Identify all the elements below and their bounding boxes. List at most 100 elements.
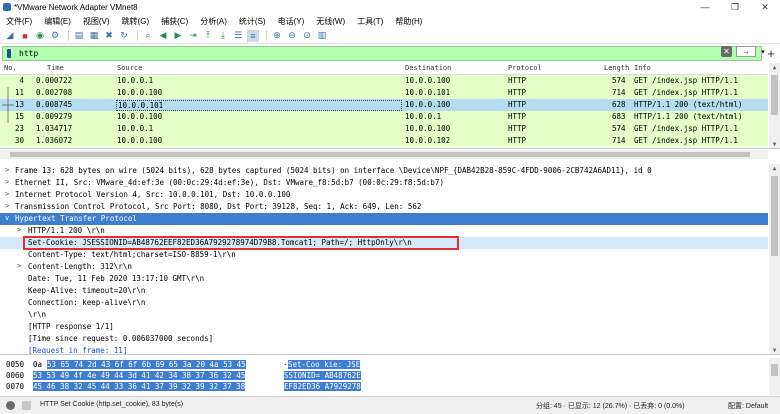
packet-list-hscrollbar[interactable]	[0, 150, 768, 159]
packet-list: No. Time Source Destination Protocol Len…	[0, 63, 780, 149]
stop-icon[interactable]: ■	[19, 30, 31, 42]
packet-row[interactable]: 30 1.036072 10.0.0.100 10.0.0.102 HTTP 7…	[0, 135, 768, 147]
resize-columns-icon[interactable]: ▥	[316, 30, 328, 42]
restart-icon[interactable]: ◉	[34, 30, 46, 42]
expert-info-icon[interactable]	[6, 401, 15, 410]
window-title: *VMware Network Adapter VMnet8	[14, 2, 138, 12]
tree-item-connection[interactable]: Connection: keep-alive\r\n	[0, 297, 768, 309]
menu-wireless[interactable]: 无线(W)	[310, 16, 351, 27]
close-file-icon[interactable]: ✖	[103, 30, 115, 42]
packet-list-header: No. Time Source Destination Protocol Len…	[0, 63, 768, 75]
expand-arrow-icon[interactable]: >	[5, 178, 9, 186]
expand-arrow-icon[interactable]: >	[5, 202, 9, 210]
bytes-row[interactable]: 0060 53 53 49 4f 4e 49 44 3d 41 42 34 38…	[0, 371, 768, 382]
column-info[interactable]: Info	[634, 64, 651, 72]
bytes-scroll-thumb[interactable]	[771, 364, 778, 376]
tree-item-ipv4[interactable]: > Internet Protocol Version 4, Src: 10.0…	[0, 189, 768, 201]
tree-item-request-in-frame[interactable]: [Request in frame: 11]	[0, 345, 768, 354]
back-arrow-icon[interactable]: ◀	[157, 30, 169, 42]
restore-button[interactable]: ❐	[720, 0, 750, 14]
menu-capture[interactable]: 捕获(C)	[155, 16, 194, 27]
expand-arrow-icon[interactable]: >	[17, 226, 21, 234]
menu-edit[interactable]: 编辑(E)	[38, 16, 77, 27]
column-time[interactable]: Time	[47, 64, 64, 72]
display-filter-bar: ✕ → ▾ +	[0, 45, 780, 62]
scroll-down-icon[interactable]: ▼	[769, 140, 780, 148]
forward-arrow-icon[interactable]: ▶	[172, 30, 184, 42]
colorize-icon[interactable]: ≡	[247, 29, 259, 42]
last-packet-icon[interactable]: ⤓	[217, 30, 229, 42]
bytes-row[interactable]: 0050 0a 53 65 74 2d 43 6f 6f 6b 69 65 3a…	[0, 360, 768, 371]
status-field-info: HTTP Set Cookie (http.set_cookie), 83 by…	[40, 401, 184, 408]
collapse-arrow-icon[interactable]: v	[5, 214, 9, 222]
tree-item-ethernet[interactable]: > Ethernet II, Src: VMware_4d:ef:3e (00:…	[0, 177, 768, 189]
zoom-normal-icon[interactable]: ⊙	[301, 30, 313, 42]
menu-bar: 文件(F) 编辑(E) 视图(V) 跳转(G) 捕获(C) 分析(A) 统计(S…	[0, 14, 780, 28]
expand-arrow-icon[interactable]: >	[5, 166, 9, 174]
menu-statistics[interactable]: 统计(S)	[233, 16, 272, 27]
expand-arrow-icon[interactable]: >	[5, 190, 9, 198]
bytes-scrollbar[interactable]	[769, 358, 780, 395]
reload-icon[interactable]: ↻	[118, 30, 130, 42]
packet-row[interactable]: 11 0.002708 10.0.0.100 10.0.0.101 HTTP 7…	[0, 87, 768, 99]
bytes-row[interactable]: 0070 45 46 38 32 45 44 33 36 41 37 39 32…	[0, 382, 768, 393]
scroll-up-icon[interactable]: ▲	[769, 164, 780, 173]
tree-item-time-since-request[interactable]: [Time since request: 0.006037000 seconds…	[0, 333, 768, 345]
status-packet-counts: 分组: 45 · 已显示: 12 (26.7%) · 已丢弃: 0 (0.0%)	[536, 403, 685, 410]
status-profile[interactable]: 配置: Default	[728, 401, 768, 411]
packet-row-selected[interactable]: 13 0.008745 10.0.0.101 10.0.0.100 HTTP 6…	[0, 99, 768, 111]
tree-item-http[interactable]: v Hypertext Transfer Protocol	[0, 213, 768, 225]
tree-item-date[interactable]: Date: Tue, 11 Feb 2020 13:17:10 GMT\r\n	[0, 273, 768, 285]
scroll-up-icon[interactable]: ▲	[769, 63, 780, 72]
menu-telephony[interactable]: 电话(Y)	[272, 16, 311, 27]
menu-tools[interactable]: 工具(T)	[351, 16, 389, 27]
go-to-packet-icon[interactable]: ⇥	[187, 30, 199, 42]
filter-bookmark-icon[interactable]	[7, 49, 11, 58]
details-scrollbar[interactable]: ▲ ▼	[769, 164, 780, 354]
open-folder-icon[interactable]: ▤	[73, 30, 85, 42]
minimize-button[interactable]: —	[690, 0, 720, 14]
find-icon[interactable]: ⌕	[142, 30, 154, 42]
zoom-in-icon[interactable]: ⊕	[271, 30, 283, 42]
packet-list-scroll-thumb[interactable]	[771, 75, 778, 115]
menu-help[interactable]: 帮助(H)	[389, 16, 428, 27]
capture-comment-icon[interactable]	[22, 401, 31, 410]
menu-view[interactable]: 视图(V)	[77, 16, 116, 27]
tree-item-content-length[interactable]: > Content-Length: 312\r\n	[0, 261, 768, 273]
menu-go[interactable]: 跳转(G)	[116, 16, 156, 27]
display-filter-input[interactable]	[19, 49, 679, 58]
zoom-out-icon[interactable]: ⊖	[286, 30, 298, 42]
details-scroll-thumb[interactable]	[771, 176, 778, 256]
save-icon[interactable]: ▦	[88, 30, 100, 42]
packet-row[interactable]: 15 0.009279 10.0.0.100 10.0.0.1 HTTP 683…	[0, 111, 768, 123]
tree-item-crlf[interactable]: \r\n	[0, 309, 768, 321]
menu-file[interactable]: 文件(F)	[0, 16, 38, 27]
first-packet-icon[interactable]: ⤒	[202, 30, 214, 42]
tree-item-content-type[interactable]: Content-Type: text/html;charset=ISO-8859…	[0, 249, 768, 261]
tree-item-tcp[interactable]: > Transmission Control Protocol, Src Por…	[0, 201, 768, 213]
packet-row[interactable]: 4 0.000722 10.0.0.1 10.0.0.100 HTTP 574 …	[0, 75, 768, 87]
options-gear-icon[interactable]: ⚙	[49, 30, 61, 42]
add-filter-button-icon[interactable]: +	[765, 45, 777, 62]
packet-list-hscroll-thumb[interactable]	[10, 152, 750, 157]
tree-item-frame[interactable]: > Frame 13: 628 bytes on wire (5024 bits…	[0, 165, 768, 177]
column-destination[interactable]: Destination	[405, 64, 451, 72]
column-no[interactable]: No.	[4, 64, 17, 72]
expand-arrow-icon[interactable]: >	[17, 262, 21, 270]
column-source[interactable]: Source	[117, 64, 142, 72]
menu-analyze[interactable]: 分析(A)	[194, 16, 233, 27]
packet-details: > Frame 13: 628 bytes on wire (5024 bits…	[0, 164, 780, 355]
scroll-down-icon[interactable]: ▼	[769, 346, 780, 354]
filter-apply-button[interactable]: →	[736, 46, 756, 57]
autoscroll-icon[interactable]: ☰	[232, 30, 244, 42]
tree-item-keep-alive[interactable]: Keep-Alive: timeout=20\r\n	[0, 285, 768, 297]
shark-fin-icon[interactable]: ◢	[4, 30, 16, 42]
filter-clear-icon[interactable]: ✕	[721, 46, 732, 57]
packet-bytes: 0050 0a 53 65 74 2d 43 6f 6f 6b 69 65 3a…	[0, 358, 780, 395]
packet-row[interactable]: 23 1.034717 10.0.0.1 10.0.0.100 HTTP 574…	[0, 123, 768, 135]
column-length[interactable]: Length	[604, 64, 629, 72]
close-button[interactable]: ✕	[750, 0, 780, 14]
packet-list-scrollbar[interactable]: ▲ ▼	[769, 63, 780, 148]
tree-item-http-response[interactable]: [HTTP response 1/1]	[0, 321, 768, 333]
column-protocol[interactable]: Protocol	[508, 64, 542, 72]
